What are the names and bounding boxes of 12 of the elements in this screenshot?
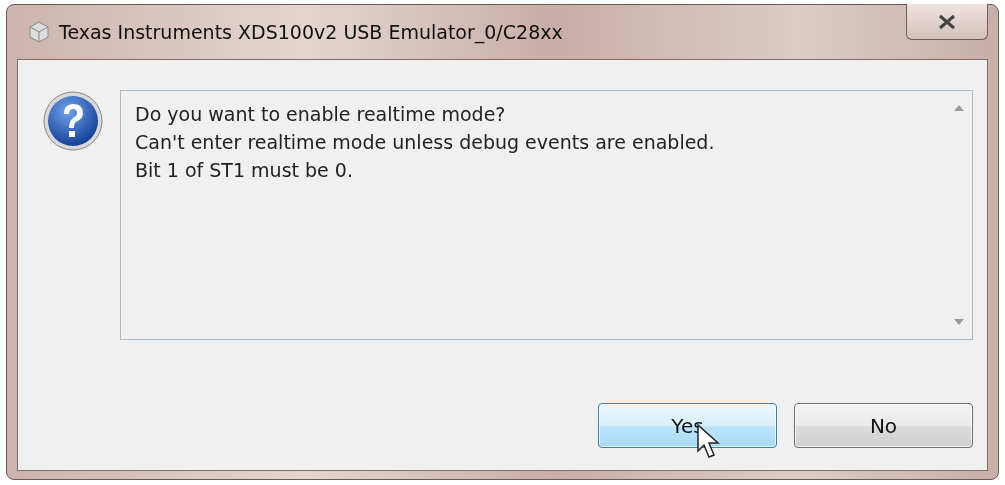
- message-line: Bit 1 of ST1 must be 0.: [135, 158, 354, 183]
- message-text-area[interactable]: Do you want to enable realtime mode? Can't enter realtime mode unless debug events are enabled. Bit 1 of ST1 must be 0.: [120, 90, 973, 340]
- question-icon: [42, 90, 104, 152]
- scroll-up-icon[interactable]: [954, 105, 964, 111]
- close-button[interactable]: [906, 4, 988, 40]
- message-line: Do you want to enable realtime mode?: [135, 102, 507, 127]
- scroll-down-icon[interactable]: [954, 319, 964, 325]
- window-title: Texas Instruments XDS100v2 USB Emulator_0/C28xx: [59, 21, 564, 43]
- message-line: Can't enter realtime mode unless debug events are enabled.: [135, 130, 716, 155]
- dialog-button[interactable]: No: [794, 403, 973, 448]
- cube-icon: [27, 20, 51, 44]
- close-icon: [937, 13, 957, 30]
